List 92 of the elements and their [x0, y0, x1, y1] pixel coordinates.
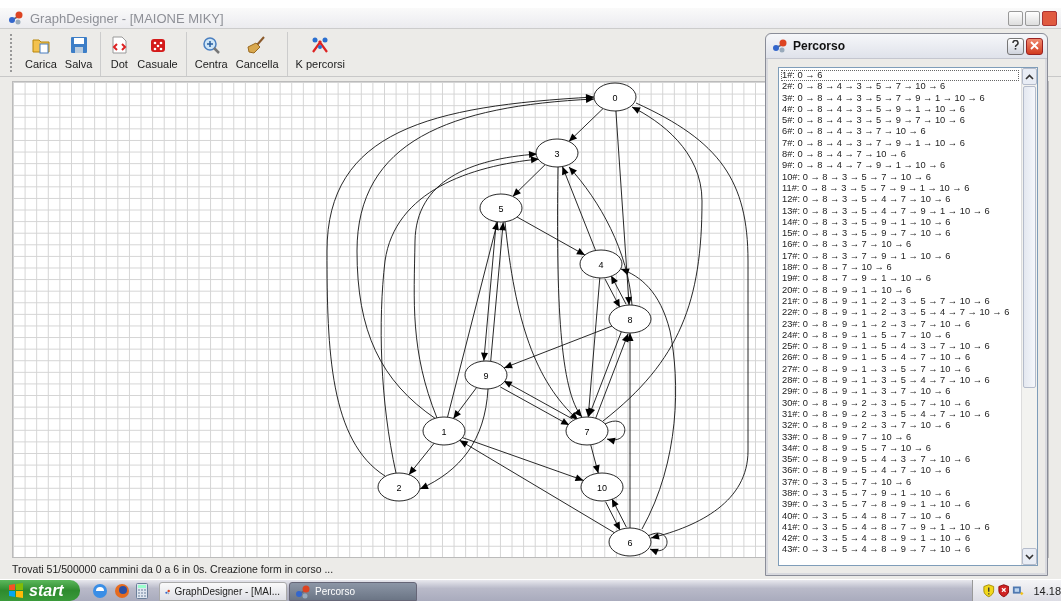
path-item[interactable]: 11#: 0 → 8 → 3 → 5 → 7 → 9 → 1 → 10 → 6: [781, 182, 1019, 195]
path-item[interactable]: 31#: 0 → 8 → 9 → 2 → 3 → 5 → 4 → 7 → 10 → 6: [781, 408, 1019, 421]
path-item[interactable]: 38#: 0 → 3 → 5 → 7 → 9 → 1 → 10 → 6: [781, 488, 1019, 500]
path-item[interactable]: 41#: 0 → 3 → 5 → 4 → 8 → 7 → 9 → 1 → 10 → 6: [781, 521, 1019, 534]
path-item[interactable]: 5#: 0 → 8 → 4 → 3 → 5 → 9 → 7 → 10 → 6: [781, 115, 1019, 127]
path-item[interactable]: 7#: 0 → 8 → 4 → 3 → 7 → 9 → 1 → 10 → 6: [781, 137, 1019, 150]
path-item[interactable]: 33#: 0 → 8 → 9 → 7 → 10 → 6: [781, 431, 1019, 443]
path-item[interactable]: 16#: 0 → 8 → 3 → 7 → 10 → 6: [781, 239, 1019, 251]
graph-node[interactable]: 6: [608, 527, 652, 557]
path-item[interactable]: 25#: 0 → 8 → 9 → 1 → 5 → 4 → 3 → 7 → 10 → 6: [781, 341, 1019, 353]
app-icon: [295, 584, 311, 599]
path-item[interactable]: 18#: 0 → 8 → 7 → 10 → 6: [781, 262, 1019, 274]
calculator-icon[interactable]: [136, 582, 148, 599]
toolbar-button[interactable]: Cancella: [231, 32, 283, 76]
graph-node[interactable]: 0: [593, 82, 637, 112]
path-item[interactable]: 6#: 0 → 8 → 4 → 3 → 7 → 10 → 6: [781, 126, 1019, 138]
toolbar-button[interactable]: Carica: [21, 32, 61, 76]
path-item[interactable]: 35#: 0 → 8 → 9 → 5 → 4 → 3 → 7 → 10 → 6: [781, 454, 1019, 466]
app-icon: [772, 39, 788, 53]
graph-node[interactable]: 4: [579, 249, 623, 279]
help-icon: [1012, 39, 1019, 50]
broom-icon: [247, 35, 268, 55]
path-item[interactable]: 23#: 0 → 8 → 9 → 1 → 2 → 3 → 7 → 10 → 6: [781, 318, 1019, 330]
path-item[interactable]: 10#: 0 → 8 → 3 → 5 → 7 → 10 → 6: [781, 171, 1019, 183]
path-item[interactable]: 1#: 0 → 6: [781, 70, 1019, 82]
path-item[interactable]: 36#: 0 → 8 → 9 → 5 → 4 → 7 → 10 → 6: [781, 465, 1019, 477]
graph-node[interactable]: 3: [535, 138, 579, 168]
graph-node[interactable]: 5: [479, 193, 523, 223]
path-item[interactable]: 4#: 0 → 8 → 4 → 3 → 5 → 9 → 1 → 10 → 6: [781, 103, 1019, 116]
path-item[interactable]: 30#: 0 → 8 → 9 → 2 → 3 → 5 → 7 → 10 → 6: [781, 397, 1019, 409]
path-item[interactable]: 29#: 0 → 8 → 9 → 1 → 3 → 7 → 10 → 6: [781, 386, 1019, 398]
path-item[interactable]: 22#: 0 → 8 → 9 → 1 → 2 → 3 → 5 → 4 → 7 → 10 → 6: [781, 307, 1019, 319]
path-item[interactable]: 14#: 0 → 8 → 3 → 5 → 9 → 1 → 10 → 6: [781, 216, 1019, 229]
path-item[interactable]: 42#: 0 → 3 → 5 → 4 → 8 → 9 → 1 → 10 → 6: [781, 533, 1019, 545]
path-item[interactable]: 9#: 0 → 8 → 4 → 7 → 9 → 1 → 10 → 6: [781, 160, 1019, 172]
path-item[interactable]: 34#: 0 → 8 → 9 → 5 → 7 → 10 → 6: [781, 442, 1019, 455]
maximize-button[interactable]: [1025, 10, 1040, 26]
minimize-button[interactable]: [1008, 10, 1023, 26]
graph-node[interactable]: 8: [608, 304, 652, 334]
start-button[interactable]: start: [0, 580, 80, 601]
graph-node[interactable]: 1: [422, 416, 466, 446]
clock-text: 14.18: [1033, 584, 1061, 597]
graph-node[interactable]: 9: [464, 360, 508, 390]
toolbar-button[interactable]: Centra: [190, 32, 232, 76]
path-item[interactable]: 20#: 0 → 8 → 9 → 1 → 10 → 6: [781, 284, 1019, 296]
path-item[interactable]: 2#: 0 → 8 → 4 → 3 → 5 → 7 → 10 → 6: [781, 81, 1019, 93]
path-item[interactable]: 21#: 0 → 8 → 9 → 1 → 2 → 3 → 5 → 7 → 10 → 6: [781, 295, 1019, 308]
path-item[interactable]: 43#: 0 → 3 → 5 → 4 → 8 → 9 → 7 → 10 → 6: [781, 544, 1019, 556]
taskbar-button[interactable]: GraphDesigner - [MAI...: [159, 582, 287, 601]
path-item[interactable]: 26#: 0 → 8 → 9 → 1 → 5 → 4 → 7 → 10 → 6: [781, 352, 1019, 364]
path-item[interactable]: 39#: 0 → 3 → 5 → 7 → 8 → 9 → 1 → 10 → 6: [781, 499, 1019, 511]
close-button[interactable]: [1042, 10, 1057, 26]
tools-icon: [310, 35, 331, 55]
path-item[interactable]: 15#: 0 → 8 → 3 → 5 → 9 → 7 → 10 → 6: [781, 228, 1019, 240]
graph-node[interactable]: 7: [565, 416, 609, 446]
path-item[interactable]: 32#: 0 → 8 → 9 → 2 → 3 → 7 → 10 → 6: [781, 420, 1019, 432]
path-item[interactable]: 3#: 0 → 8 → 4 → 3 → 5 → 7 → 9 → 1 → 10 → 6: [781, 92, 1019, 104]
scroll-up-icon[interactable]: [1025, 73, 1034, 80]
globe-icon[interactable]: [114, 582, 130, 599]
window-title: GraphDesigner - [MAIONE MIKY]: [30, 10, 224, 26]
path-item[interactable]: 37#: 0 → 3 → 5 → 7 → 10 → 6: [781, 476, 1019, 488]
path-item[interactable]: 13#: 0 → 8 → 3 → 5 → 4 → 7 → 9 → 1 → 10 → 6: [781, 205, 1019, 217]
help-button[interactable]: [1007, 37, 1024, 55]
path-item[interactable]: 40#: 0 → 3 → 5 → 4 → 8 → 7 → 10 → 6: [781, 510, 1019, 522]
path-item[interactable]: 28#: 0 → 8 → 9 → 1 → 3 → 5 → 4 → 7 → 10 → 6: [781, 375, 1019, 387]
toolbar-button[interactable]: Salva: [60, 32, 97, 76]
browser-icon[interactable]: [92, 582, 108, 599]
toolbar-button[interactable]: Casuale: [133, 32, 182, 76]
dialog-title: Percorso: [793, 39, 846, 53]
path-item[interactable]: 27#: 0 → 8 → 9 → 1 → 3 → 5 → 7 → 10 → 6: [781, 363, 1019, 375]
windows-logo-icon: [8, 583, 24, 598]
path-item[interactable]: 17#: 0 → 8 → 3 → 7 → 9 → 1 → 10 → 6: [781, 250, 1019, 263]
path-item[interactable]: 19#: 0 → 8 → 7 → 9 → 1 → 10 → 6: [781, 273, 1019, 285]
path-item[interactable]: 8#: 0 → 8 → 4 → 7 → 10 → 6: [781, 149, 1019, 161]
shield-icon[interactable]: [983, 583, 995, 598]
zoom-icon: [201, 35, 222, 55]
path-item[interactable]: 24#: 0 → 8 → 9 → 1 → 5 → 7 → 10 → 6: [781, 329, 1019, 342]
close-icon: [1030, 40, 1039, 50]
app-icon: [8, 11, 24, 25]
scrollbar[interactable]: [1021, 68, 1037, 565]
taskbar-button[interactable]: Percorso: [289, 582, 417, 601]
scroll-down-icon[interactable]: [1025, 553, 1034, 560]
scroll-thumb[interactable]: [1023, 86, 1036, 388]
toolbar-button[interactable]: Dot: [105, 32, 134, 76]
shield-icon[interactable]: [997, 583, 1010, 598]
document-icon: [109, 35, 130, 55]
path-item[interactable]: 12#: 0 → 8 → 3 → 5 → 4 → 7 → 10 → 6: [781, 194, 1019, 206]
close-button[interactable]: [1026, 37, 1043, 55]
graph-node[interactable]: 2: [377, 472, 421, 502]
graph-node[interactable]: 10: [580, 472, 624, 502]
status-text: Trovati 51/500000 cammini da 0 a 6 in 0s. Creazione form in corso ...: [12, 562, 334, 575]
toolbar-button[interactable]: K percorsi: [291, 32, 350, 76]
